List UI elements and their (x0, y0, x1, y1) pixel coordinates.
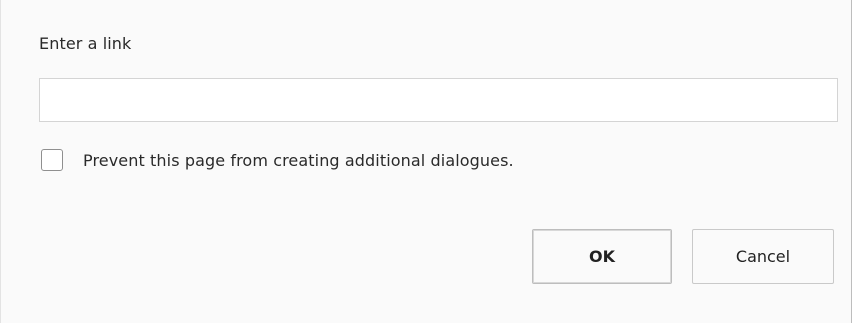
suppress-dialogs-checkbox[interactable] (41, 149, 63, 171)
cancel-button[interactable]: Cancel (692, 229, 834, 284)
link-input[interactable] (39, 78, 838, 122)
suppress-dialogs-label[interactable]: Prevent this page from creating addition… (83, 151, 514, 170)
prompt-label: Enter a link (39, 34, 132, 53)
ok-button[interactable]: OK (532, 229, 672, 284)
suppress-dialogs-option[interactable]: Prevent this page from creating addition… (41, 148, 514, 172)
prompt-dialog: Enter a link Prevent this page from crea… (0, 0, 852, 323)
